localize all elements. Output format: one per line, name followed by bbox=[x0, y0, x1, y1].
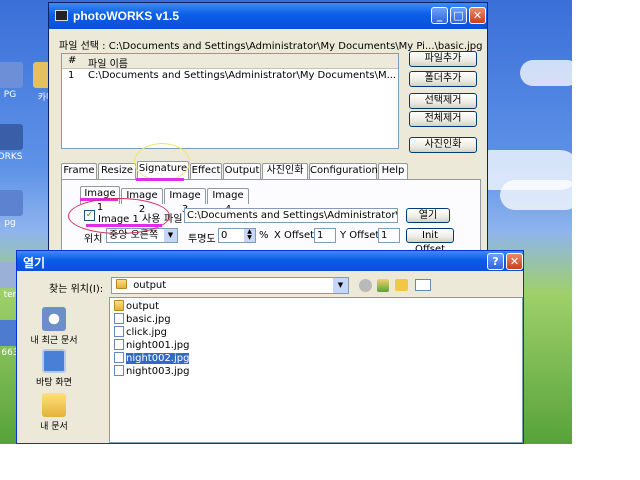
recent-documents-place[interactable]: 내 최근 문서 bbox=[27, 307, 81, 346]
image-file-icon bbox=[114, 313, 124, 324]
desktop-icon[interactable]: ORKS bbox=[0, 124, 34, 162]
x-offset-label: X Offset bbox=[274, 230, 315, 241]
use-image-highlight bbox=[68, 198, 170, 234]
app-camera-icon bbox=[55, 10, 68, 21]
help-button[interactable]: ? bbox=[487, 253, 504, 270]
tab-image-3[interactable]: Image 3 bbox=[164, 188, 206, 215]
chevron-down-icon[interactable]: ▼ bbox=[333, 278, 348, 293]
dialog-title: 열기 bbox=[23, 256, 46, 270]
image-file-icon bbox=[114, 352, 124, 363]
dialog-close-button[interactable]: ✕ bbox=[506, 253, 523, 270]
remove-all-button[interactable]: 전체제거 bbox=[409, 111, 477, 127]
tab-resize[interactable]: Resize bbox=[98, 163, 136, 179]
tab-frame[interactable]: Frame bbox=[61, 163, 97, 179]
image-file-icon bbox=[0, 62, 23, 88]
image-file-icon bbox=[114, 326, 124, 337]
y-offset-field[interactable]: 1 bbox=[378, 228, 400, 243]
folder-icon bbox=[42, 393, 66, 417]
spinner-arrows-icon[interactable]: ▲ ▼ bbox=[244, 229, 255, 242]
list-item[interactable]: basic.jpg bbox=[114, 313, 171, 326]
dialog-title-bar[interactable]: 열기 ? ✕ bbox=[17, 251, 523, 271]
row-number: 1 bbox=[68, 70, 75, 81]
signature-tab-highlight bbox=[134, 143, 190, 181]
cloud bbox=[500, 180, 572, 210]
item-name: output bbox=[126, 301, 159, 312]
folder-icon bbox=[114, 300, 124, 311]
item-name: night003.jpg bbox=[126, 366, 190, 377]
file-selection-label: 파일 선택 : C:\Documents and Settings\Admini… bbox=[59, 41, 483, 52]
image-file-icon bbox=[0, 190, 23, 216]
column-header-filename[interactable]: 파일 이름 bbox=[88, 55, 128, 70]
look-in-label: 찾는 위치(I): bbox=[49, 284, 104, 295]
signature-file-path-field[interactable]: C:\Documents and Settings\Administrator\… bbox=[184, 208, 398, 223]
row-filename: C:\Documents and Settings\Administrator\… bbox=[88, 70, 397, 81]
tab-photo-print[interactable]: 사진인화 bbox=[262, 163, 308, 179]
clock-icon bbox=[42, 307, 66, 331]
window-title: photoWORKS v1.5 bbox=[73, 9, 180, 23]
open-file-dialog: 열기 ? ✕ 찾는 위치(I): output ▼ 내 최근 문서 바탕 화면 … bbox=[16, 250, 524, 444]
new-folder-icon[interactable] bbox=[395, 279, 408, 291]
table-row[interactable]: 1 C:\Documents and Settings\Administrato… bbox=[62, 69, 398, 83]
desktop-place[interactable]: 바탕 화면 bbox=[27, 349, 81, 388]
transparency-value: 0 bbox=[221, 230, 228, 241]
column-header-number[interactable]: # bbox=[68, 55, 76, 66]
item-name: click.jpg bbox=[126, 327, 167, 338]
desktop-icon bbox=[42, 349, 66, 373]
list-item[interactable]: click.jpg bbox=[114, 326, 167, 339]
x-offset-field[interactable]: 1 bbox=[314, 228, 336, 243]
list-header: # 파일 이름 bbox=[62, 54, 398, 70]
up-folder-icon[interactable] bbox=[377, 279, 389, 292]
cloud bbox=[520, 60, 572, 86]
add-file-button[interactable]: 파일추가 bbox=[409, 51, 477, 67]
dialog-file-list[interactable]: output basic.jpg click.jpg night001.jpg … bbox=[109, 297, 523, 443]
init-offset-button[interactable]: Init Offset bbox=[406, 228, 454, 255]
percent-label: % bbox=[259, 230, 269, 241]
back-icon[interactable] bbox=[359, 279, 372, 292]
item-name: basic.jpg bbox=[126, 314, 171, 325]
file-list[interactable]: # 파일 이름 1 C:\Documents and Settings\Admi… bbox=[61, 53, 399, 149]
item-name: night001.jpg bbox=[126, 340, 190, 351]
tab-output[interactable]: Output bbox=[223, 163, 261, 179]
image-file-icon bbox=[114, 339, 124, 350]
tab-help[interactable]: Help bbox=[378, 163, 408, 179]
item-name: night002.jpg bbox=[126, 353, 190, 364]
my-documents-place[interactable]: 내 문서 bbox=[27, 393, 81, 432]
places-bar: 내 최근 문서 바탕 화면 내 문서 bbox=[17, 297, 93, 445]
maximize-button[interactable]: □ bbox=[450, 7, 467, 24]
open-file-button[interactable]: 열기 bbox=[406, 208, 450, 223]
desktop-icon[interactable]: pg bbox=[0, 190, 34, 228]
tab-image-4[interactable]: Image 4 bbox=[207, 188, 249, 215]
add-folder-button[interactable]: 폴더추가 bbox=[409, 71, 477, 87]
list-item[interactable]: night003.jpg bbox=[114, 365, 189, 378]
tab-effect[interactable]: Effect bbox=[190, 163, 222, 179]
main-title-bar[interactable]: photoWORKS v1.5 _ □ ✕ bbox=[49, 3, 487, 29]
close-button[interactable]: ✕ bbox=[469, 7, 486, 24]
app-icon bbox=[0, 124, 23, 150]
list-item[interactable]: night001.jpg bbox=[114, 339, 189, 352]
minimize-button[interactable]: _ bbox=[431, 7, 448, 24]
transparency-label: 투명도 bbox=[188, 234, 216, 245]
look-in-combobox[interactable]: output ▼ bbox=[111, 277, 349, 294]
remove-selected-button[interactable]: 선택제거 bbox=[409, 93, 477, 109]
look-in-value: output bbox=[133, 280, 167, 291]
folder-icon bbox=[116, 279, 127, 289]
transparency-spinner[interactable]: 0 ▲ ▼ bbox=[218, 228, 256, 243]
print-photo-button[interactable]: 사진인화 bbox=[409, 137, 477, 153]
tab-configuration[interactable]: Configuration bbox=[309, 163, 378, 179]
list-item-selected[interactable]: night002.jpg bbox=[114, 352, 190, 365]
view-menu-icon[interactable] bbox=[415, 279, 431, 291]
y-offset-label: Y Offset bbox=[340, 230, 380, 241]
list-item[interactable]: output bbox=[114, 300, 159, 313]
image-file-icon bbox=[114, 365, 124, 376]
signature-underline bbox=[136, 178, 184, 181]
use-image-underline bbox=[86, 224, 162, 227]
chevron-down-icon[interactable]: ▼ bbox=[164, 229, 177, 242]
